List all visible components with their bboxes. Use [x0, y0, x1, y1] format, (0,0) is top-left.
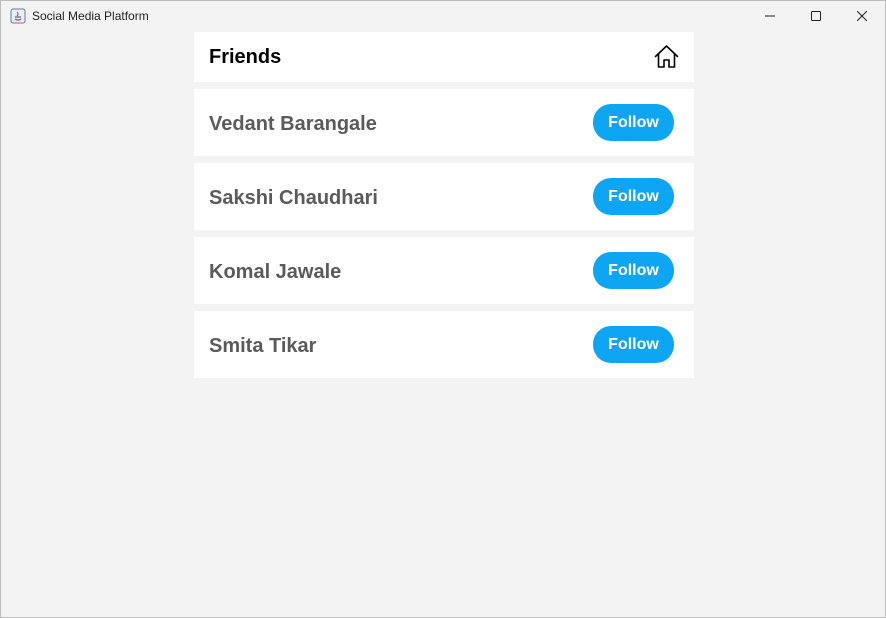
- friend-row: Komal Jawale Follow: [194, 237, 694, 304]
- friend-row: Smita Tikar Follow: [194, 311, 694, 378]
- minimize-button[interactable]: [747, 1, 793, 31]
- page-title: Friends: [209, 46, 282, 68]
- friend-name: Vedant Barangale: [209, 113, 377, 135]
- window-title: Social Media Platform: [32, 9, 149, 23]
- app-window: Social Media Platform Friends Vedant Bar…: [0, 0, 886, 618]
- minimize-icon: [765, 15, 775, 17]
- friend-name: Smita Tikar: [209, 335, 317, 357]
- follow-button[interactable]: Follow: [593, 104, 674, 141]
- maximize-icon: [811, 11, 821, 21]
- friend-row: Sakshi Chaudhari Follow: [194, 163, 694, 230]
- title-bar: Social Media Platform: [1, 1, 885, 31]
- close-icon: [857, 11, 867, 21]
- maximize-button[interactable]: [793, 1, 839, 31]
- friend-row: Vedant Barangale Follow: [194, 89, 694, 156]
- follow-button[interactable]: Follow: [593, 252, 674, 289]
- home-icon[interactable]: [653, 43, 680, 70]
- friends-header: Friends: [194, 32, 694, 82]
- java-app-icon: [10, 8, 26, 24]
- follow-button[interactable]: Follow: [593, 178, 674, 215]
- follow-button[interactable]: Follow: [593, 326, 674, 363]
- friend-name: Komal Jawale: [209, 261, 342, 283]
- friend-name: Sakshi Chaudhari: [209, 187, 378, 209]
- close-button[interactable]: [839, 1, 885, 31]
